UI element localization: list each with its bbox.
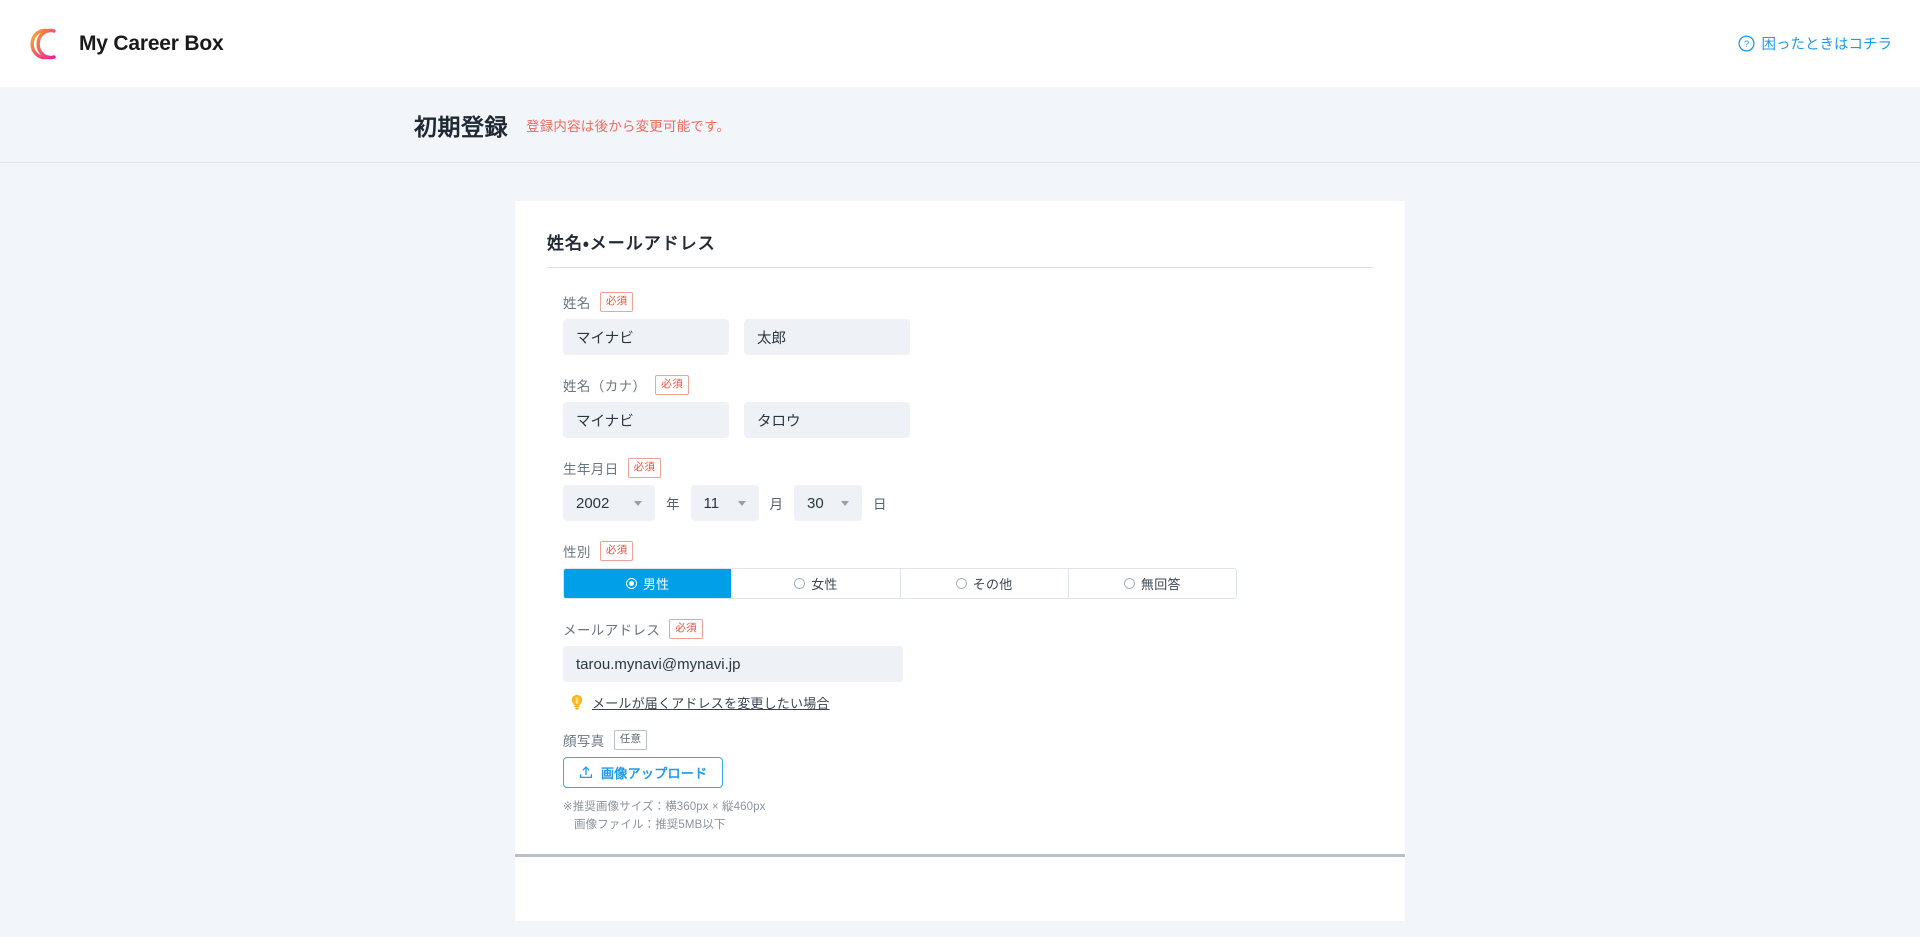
brand: My Career Box [26, 24, 224, 64]
card-title: 姓名・メールアドレス [547, 234, 716, 253]
question-circle-icon: ? [1737, 35, 1755, 52]
help-link[interactable]: ? 困ったときはコチラ [1737, 33, 1893, 54]
field-birthday-label-row: 生年月日 必須 [563, 458, 1373, 478]
change-email-link[interactable]: メールが届くアドレスを変更したい場合 [569, 693, 830, 712]
birth-month-unit: 月 [769, 497, 784, 512]
field-email-label: メールアドレス [563, 623, 661, 638]
birth-month-select[interactable]: 11 [690, 485, 759, 521]
card-title-divider [547, 267, 1373, 268]
page-title-band: 初期登録 登録内容は後から変更可能です。 [0, 87, 1920, 163]
email-input[interactable] [563, 646, 903, 682]
field-kana-label-row: 姓名（カナ） 必須 [563, 375, 1373, 395]
image-upload-label: 画像アップロード [601, 766, 708, 781]
gender-radio-group: 男性 女性 その他 無回答 [563, 568, 1237, 599]
main-content: 姓名・メールアドレス 姓名 必須 姓名（カナ） 必須 [0, 163, 1920, 921]
gender-option-label: 男性 [642, 577, 670, 592]
gender-option-label: 女性 [811, 577, 838, 592]
birth-year-select[interactable]: 2002 [563, 485, 655, 521]
optional-badge: 任意 [613, 730, 648, 750]
registration-card: 姓名・メールアドレス 姓名 必須 姓名（カナ） 必須 [515, 201, 1405, 921]
birth-day-unit: 日 [873, 497, 887, 512]
app-header: My Career Box ? 困ったときはコチラ [0, 0, 1920, 87]
required-badge: 必須 [669, 619, 703, 639]
field-email-label-row: メールアドレス 必須 [563, 619, 1373, 639]
chevron-down-icon [634, 500, 642, 506]
gender-option-label: その他 [972, 577, 1013, 592]
field-email: メールアドレス 必須 メールが届くアドレスを変更したい場合 [547, 619, 1373, 712]
birthday-selects: 2002 年 11 月 30 日 [563, 485, 1373, 521]
image-upload-button[interactable]: 画像アップロード [563, 757, 724, 788]
first-name-kana-input[interactable] [744, 402, 910, 438]
radio-icon [955, 578, 967, 589]
gender-option-male[interactable]: 男性 [564, 569, 732, 598]
page-title: 初期登録 [414, 113, 508, 140]
help-link-label: 困ったときはコチラ [1761, 37, 1893, 53]
upload-icon [579, 765, 593, 780]
required-badge: 必須 [599, 541, 634, 561]
field-gender: 性別 必須 男性 女性 その他 無回答 [547, 541, 1373, 599]
last-name-input[interactable] [563, 319, 729, 355]
field-email-input-row [563, 646, 1373, 682]
field-kana-inputs [563, 402, 1373, 438]
field-photo: 顔写真 任意 画像アップロード ※推奨画像サイズ：横360px × 縦460px… [547, 730, 1373, 835]
required-badge: 必須 [655, 375, 690, 395]
chevron-down-icon [737, 500, 746, 506]
brand-name: My Career Box [79, 31, 224, 55]
radio-icon [625, 578, 637, 589]
field-photo-label: 顔写真 [563, 734, 605, 749]
gender-option-label: 無回答 [1140, 577, 1181, 592]
photo-note: ※推奨画像サイズ：横360px × 縦460px 画像ファイル：推奨5MB以下 [563, 799, 1373, 835]
birth-day-select[interactable]: 30 [794, 485, 862, 521]
change-email-link-label: メールが届くアドレスを変更したい場合 [592, 696, 830, 711]
birth-year-value: 2002 [576, 494, 610, 512]
svg-text:?: ? [1743, 39, 1748, 50]
field-birthday-label: 生年月日 [563, 462, 619, 477]
birth-year-unit: 年 [666, 497, 680, 512]
field-birthday: 生年月日 必須 2002 年 11 月 30 日 [547, 458, 1373, 521]
birth-day-value: 30 [807, 494, 824, 512]
field-name-inputs [563, 319, 1373, 355]
required-badge: 必須 [627, 458, 662, 478]
radio-icon [794, 578, 806, 589]
page-subtitle: 登録内容は後から変更可能です。 [526, 118, 731, 134]
field-kana: 姓名（カナ） 必須 [547, 375, 1373, 438]
gender-option-female[interactable]: 女性 [731, 569, 900, 598]
required-badge: 必須 [599, 292, 634, 312]
section-divider [515, 853, 1405, 857]
field-name-label: 姓名 [563, 296, 591, 311]
field-gender-label-row: 性別 必須 [563, 541, 1373, 561]
field-gender-label: 性別 [563, 545, 591, 560]
birth-month-value: 11 [703, 494, 720, 512]
last-name-kana-input[interactable] [563, 402, 729, 438]
gender-option-no-answer[interactable]: 無回答 [1067, 569, 1236, 598]
photo-note-line-1: ※推奨画像サイズ：横360px × 縦460px [563, 801, 766, 813]
radio-icon [1123, 578, 1135, 589]
gender-option-other[interactable]: その他 [899, 569, 1068, 598]
first-name-input[interactable] [744, 319, 910, 355]
career-box-logo-icon [26, 24, 66, 64]
field-name-label-row: 姓名 必須 [563, 292, 1373, 312]
chevron-down-icon [841, 500, 849, 506]
field-name: 姓名 必須 [547, 292, 1373, 355]
field-photo-label-row: 顔写真 任意 [563, 730, 1373, 750]
lightbulb-icon [569, 694, 585, 711]
field-kana-label: 姓名（カナ） [563, 379, 647, 394]
photo-note-line-2: 画像ファイル：推奨5MB以下 [574, 818, 726, 831]
